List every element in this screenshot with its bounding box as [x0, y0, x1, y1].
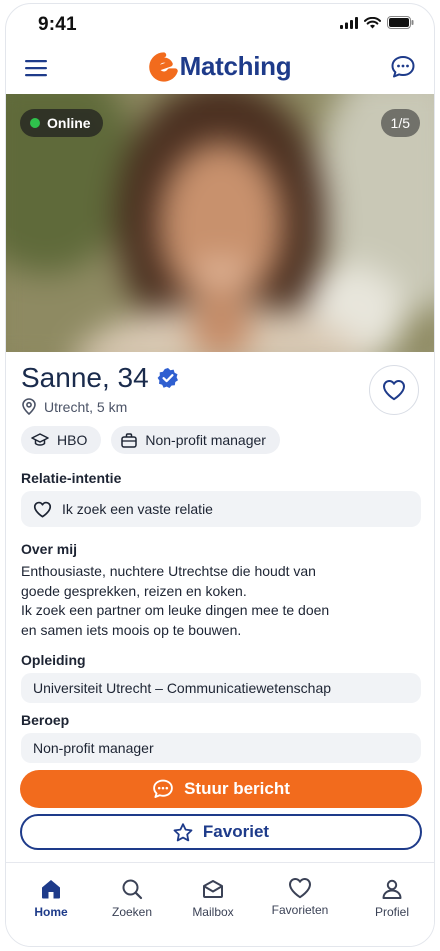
profile-tags: HBO Non-profit manager	[21, 426, 280, 454]
battery-icon	[387, 16, 414, 29]
nav-item-home[interactable]: Home	[16, 877, 86, 919]
tag-education: HBO	[21, 426, 102, 454]
briefcase-icon	[121, 432, 138, 448]
logo-e-icon	[149, 51, 178, 82]
favorite-button[interactable]: Favoriet	[20, 814, 422, 850]
favorite-label: Favoriet	[202, 822, 270, 841]
send-message-label: Stuur bericht	[184, 779, 290, 798]
nav-item-mailbox[interactable]: Mailbox	[178, 877, 248, 919]
about-line: Enthousiaste, nuchtere Utrechtse die hou…	[21, 563, 316, 579]
tag-profession: Non-profit manager	[111, 426, 280, 454]
about-heading: Over mij	[21, 541, 78, 557]
chat-bubble-icon	[391, 56, 415, 78]
location-pin-icon	[22, 398, 36, 415]
about-line: goede gesprekken, reizen en koken.	[21, 582, 247, 599]
status-bar: 9:41	[6, 4, 434, 44]
menu-button[interactable]	[22, 54, 50, 82]
tag-label: HBO	[57, 432, 88, 448]
education-heading: Opleiding	[21, 652, 86, 668]
bottom-navigation: Home Zoeken Mailbox Favorieten Profiel	[6, 862, 434, 946]
search-icon	[122, 879, 143, 900]
graduation-cap-icon	[31, 433, 49, 446]
like-button[interactable]	[369, 365, 419, 415]
send-message-button[interactable]: Stuur bericht	[20, 770, 422, 808]
relation-intent-heading: Relatie-intentie	[21, 470, 122, 486]
relation-intent-value: Ik zoek een vaste relatie	[62, 501, 213, 517]
nav-item-profile[interactable]: Profiel	[357, 877, 427, 919]
message-icon	[153, 779, 173, 798]
about-line: Ik zoek een partner om leuke dingen mee …	[21, 602, 330, 618]
nav-label-mailbox: Mailbox	[192, 905, 234, 919]
user-icon	[382, 879, 402, 899]
star-icon	[173, 822, 193, 841]
status-icons	[340, 16, 414, 29]
nav-label-search: Zoeken	[111, 905, 153, 919]
heart-outline-icon	[33, 501, 52, 517]
nav-item-search[interactable]: Zoeken	[97, 877, 167, 919]
about-line: en samen iets moois op te bouwen.	[21, 621, 242, 638]
hamburger-menu-icon	[25, 60, 47, 77]
profession-field: Non-profit manager	[21, 733, 421, 763]
online-dot-icon	[30, 118, 40, 128]
verified-badge-icon	[157, 368, 178, 388]
relation-intent-field: Ik zoek een vaste relatie	[21, 491, 421, 527]
phone-screen: 9:41 Matching Online 1/5 Sanne, 34 Utrec…	[5, 3, 435, 947]
heart-icon	[383, 380, 405, 401]
nav-label-favorites: Favorieten	[271, 903, 329, 917]
tag-label: Non-profit manager	[145, 432, 266, 448]
location-row: Utrecht, 5 km	[22, 398, 127, 415]
mail-icon	[203, 880, 223, 898]
profile-photo[interactable]: Online 1/5	[6, 94, 434, 352]
nav-item-favorites[interactable]: Favorieten	[265, 877, 335, 917]
app-logo: Matching	[149, 51, 292, 82]
education-field: Universiteit Utrecht – Communicatieweten…	[21, 673, 421, 703]
signal-icon	[340, 16, 358, 29]
chat-button[interactable]	[388, 52, 418, 82]
profile-name: Sanne, 34	[21, 362, 149, 393]
photo-counter: 1/5	[380, 109, 420, 137]
profile-name-row: Sanne, 34	[21, 362, 179, 394]
location-text: Utrecht, 5 km	[44, 398, 128, 415]
home-icon	[42, 880, 60, 899]
logo-text: Matching	[179, 51, 292, 81]
online-label: Online	[47, 115, 91, 131]
status-time: 9:41	[38, 14, 77, 35]
app-header: Matching	[6, 44, 434, 94]
about-text: Enthousiaste, nuchtere Utrechtse die hou…	[21, 562, 421, 640]
online-status-badge: Online	[20, 109, 103, 137]
nav-label-home: Home	[34, 905, 68, 919]
nav-label-profile: Profiel	[374, 905, 409, 919]
heart-icon	[289, 878, 311, 899]
wifi-icon	[364, 16, 381, 28]
profession-heading: Beroep	[21, 712, 70, 728]
